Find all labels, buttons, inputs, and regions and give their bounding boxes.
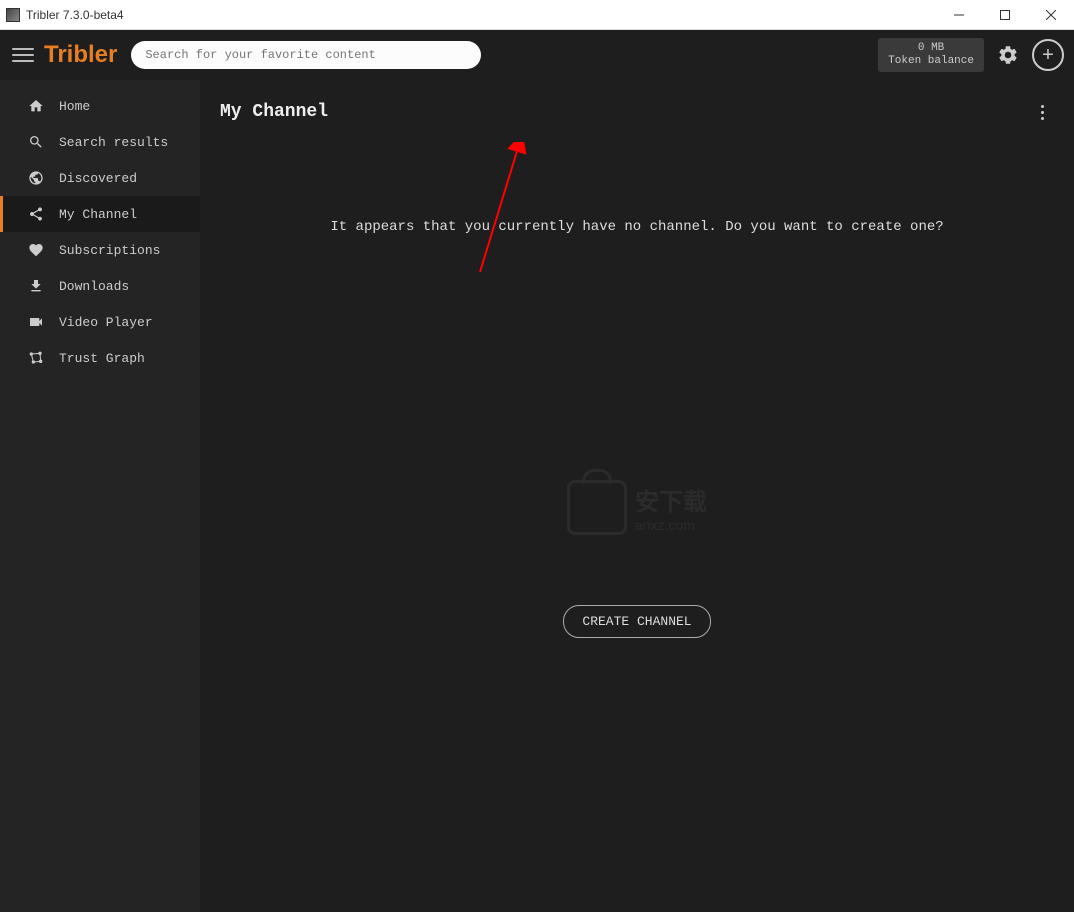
- sidebar-item-trust-graph[interactable]: Trust Graph: [0, 340, 200, 376]
- empty-state-message: It appears that you currently have no ch…: [220, 219, 1054, 235]
- search-input[interactable]: [131, 41, 481, 69]
- sidebar-item-home[interactable]: Home: [0, 88, 200, 124]
- window-maximize-button[interactable]: [982, 0, 1028, 30]
- graph-icon: [27, 349, 45, 367]
- app-header: Tribler 0 MB Token balance +: [0, 30, 1074, 80]
- sidebar-item-my-channel[interactable]: My Channel: [0, 196, 200, 232]
- window-title: Tribler 7.3.0-beta4: [26, 8, 124, 22]
- settings-button[interactable]: [992, 39, 1024, 71]
- annotation-arrow: [470, 142, 550, 282]
- sidebar-item-label: Home: [59, 99, 90, 114]
- menu-toggle-button[interactable]: [10, 42, 36, 68]
- token-amount: 0 MB: [888, 42, 974, 55]
- sidebar-item-label: Downloads: [59, 279, 129, 294]
- sidebar: Home Search results Discovered My Channe…: [0, 80, 200, 912]
- sidebar-item-subscriptions[interactable]: Subscriptions: [0, 232, 200, 268]
- share-icon: [27, 205, 45, 223]
- download-icon: [27, 277, 45, 295]
- sidebar-item-label: Trust Graph: [59, 351, 145, 366]
- window-close-button[interactable]: [1028, 0, 1074, 30]
- sidebar-item-label: Search results: [59, 135, 168, 150]
- more-options-button[interactable]: [1030, 100, 1054, 124]
- sidebar-item-label: Subscriptions: [59, 243, 160, 258]
- app-brand: Tribler: [44, 41, 117, 69]
- token-balance-button[interactable]: 0 MB Token balance: [878, 38, 984, 72]
- sidebar-item-downloads[interactable]: Downloads: [0, 268, 200, 304]
- main-content: My Channel It appears that you currently…: [200, 80, 1074, 912]
- globe-icon: [27, 169, 45, 187]
- sidebar-item-label: Video Player: [59, 315, 153, 330]
- token-label: Token balance: [888, 55, 974, 68]
- create-channel-button[interactable]: CREATE CHANNEL: [563, 605, 710, 638]
- watermark: 安下载 anxz.com: [567, 480, 707, 535]
- app-icon: [6, 8, 20, 22]
- sidebar-item-search-results[interactable]: Search results: [0, 124, 200, 160]
- search-icon: [27, 133, 45, 151]
- window-titlebar: Tribler 7.3.0-beta4: [0, 0, 1074, 30]
- home-icon: [27, 97, 45, 115]
- sidebar-item-label: Discovered: [59, 171, 137, 186]
- sidebar-item-video-player[interactable]: Video Player: [0, 304, 200, 340]
- sidebar-item-label: My Channel: [59, 207, 137, 222]
- video-icon: [27, 313, 45, 331]
- heart-icon: [27, 241, 45, 259]
- window-minimize-button[interactable]: [936, 0, 982, 30]
- add-button[interactable]: +: [1032, 39, 1064, 71]
- sidebar-item-discovered[interactable]: Discovered: [0, 160, 200, 196]
- page-title: My Channel: [220, 102, 328, 122]
